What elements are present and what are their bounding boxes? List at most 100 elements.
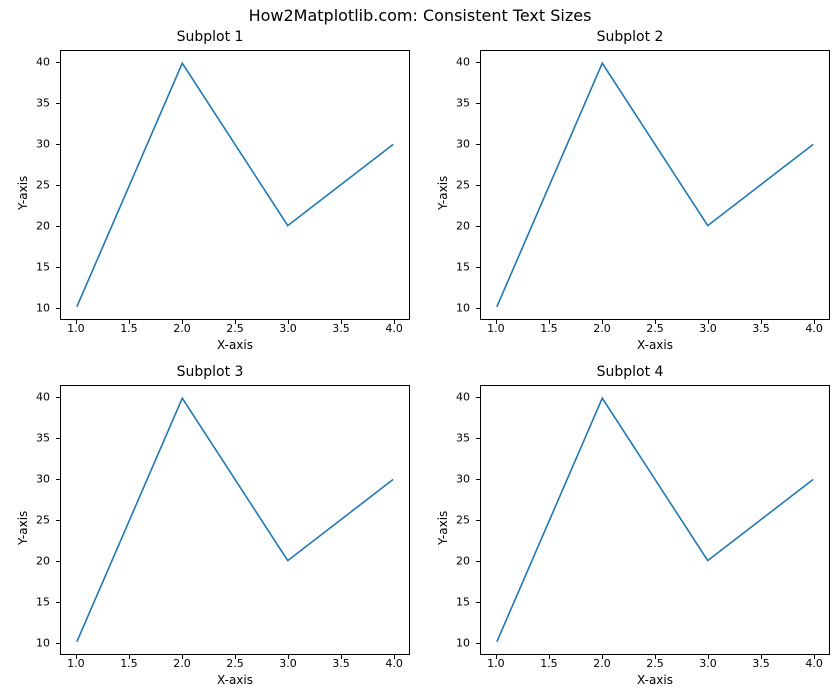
ytick-mark bbox=[476, 308, 480, 309]
subplot-3-axes bbox=[60, 385, 410, 655]
ytick-mark bbox=[476, 185, 480, 186]
xtick-mark bbox=[814, 320, 815, 324]
subplot-2-line bbox=[481, 51, 829, 319]
subplot-1: Subplot 1 Y-axis 10152025303540 1.01.52.… bbox=[0, 30, 420, 365]
subplot-1-yticks: 10152025303540 bbox=[0, 50, 56, 320]
ytick-mark bbox=[476, 226, 480, 227]
xtick-mark bbox=[182, 320, 183, 324]
subplot-2-title: Subplot 2 bbox=[420, 29, 840, 45]
subplot-1-line bbox=[61, 51, 409, 319]
ytick-label: 20 bbox=[36, 554, 50, 567]
ytick-label: 30 bbox=[36, 138, 50, 151]
ytick-mark bbox=[56, 643, 60, 644]
subplot-4-yticks: 10152025303540 bbox=[420, 385, 476, 655]
xtick-mark bbox=[288, 320, 289, 324]
xtick-mark bbox=[129, 320, 130, 324]
subplot-4-title: Subplot 4 bbox=[420, 364, 840, 380]
ytick-label: 40 bbox=[36, 391, 50, 404]
ytick-mark bbox=[476, 438, 480, 439]
subplot-3-xticks: 1.01.52.02.53.03.54.0 bbox=[60, 657, 410, 671]
xtick-mark bbox=[394, 655, 395, 659]
ytick-label: 35 bbox=[456, 432, 470, 445]
ytick-label: 10 bbox=[36, 636, 50, 649]
ytick-label: 20 bbox=[36, 219, 50, 232]
subplot-3: Subplot 3 Y-axis 10152025303540 1.01.52.… bbox=[0, 365, 420, 700]
xtick-mark bbox=[496, 320, 497, 324]
xtick-mark bbox=[549, 655, 550, 659]
subplot-2-yticks: 10152025303540 bbox=[420, 50, 476, 320]
subplot-2-xticks: 1.01.52.02.53.03.54.0 bbox=[480, 322, 830, 336]
ytick-label: 15 bbox=[456, 260, 470, 273]
ytick-mark bbox=[56, 602, 60, 603]
xtick-mark bbox=[655, 655, 656, 659]
subplot-1-axes bbox=[60, 50, 410, 320]
subplot-1-xlabel: X-axis bbox=[60, 338, 410, 352]
ytick-label: 10 bbox=[36, 301, 50, 314]
xtick-mark bbox=[235, 655, 236, 659]
ytick-mark bbox=[476, 144, 480, 145]
ytick-mark bbox=[56, 62, 60, 63]
ytick-mark bbox=[476, 643, 480, 644]
subplot-1-xticks: 1.01.52.02.53.03.54.0 bbox=[60, 322, 410, 336]
xtick-mark bbox=[235, 320, 236, 324]
ytick-label: 25 bbox=[456, 514, 470, 527]
ytick-mark bbox=[476, 267, 480, 268]
ytick-mark bbox=[56, 103, 60, 104]
subplot-4-xlabel: X-axis bbox=[480, 673, 830, 687]
subplot-2: Subplot 2 Y-axis 10152025303540 1.01.52.… bbox=[420, 30, 840, 365]
xtick-mark bbox=[814, 655, 815, 659]
ytick-label: 20 bbox=[456, 554, 470, 567]
ytick-label: 35 bbox=[456, 97, 470, 110]
ytick-label: 30 bbox=[36, 473, 50, 486]
ytick-mark bbox=[476, 397, 480, 398]
ytick-label: 25 bbox=[36, 514, 50, 527]
ytick-label: 10 bbox=[456, 636, 470, 649]
ytick-label: 40 bbox=[456, 56, 470, 69]
line-series bbox=[497, 398, 813, 642]
ytick-label: 15 bbox=[36, 595, 50, 608]
ytick-label: 25 bbox=[36, 179, 50, 192]
subplot-4: Subplot 4 Y-axis 10152025303540 1.01.52.… bbox=[420, 365, 840, 700]
ytick-mark bbox=[56, 308, 60, 309]
ytick-mark bbox=[56, 267, 60, 268]
subplot-3-yticks: 10 15 20 25 30 35 40 bbox=[0, 385, 56, 655]
ytick-label: 30 bbox=[456, 138, 470, 151]
xtick-mark bbox=[761, 320, 762, 324]
subplot-3-title: Subplot 3 bbox=[0, 364, 420, 380]
ytick-mark bbox=[56, 561, 60, 562]
ytick-mark bbox=[56, 185, 60, 186]
ytick-label: 15 bbox=[36, 260, 50, 273]
line-series bbox=[497, 63, 813, 307]
line-series bbox=[77, 63, 393, 307]
xtick-mark bbox=[288, 655, 289, 659]
ytick-mark bbox=[476, 602, 480, 603]
ytick-label: 20 bbox=[456, 219, 470, 232]
xtick-mark bbox=[76, 320, 77, 324]
xtick-mark bbox=[708, 320, 709, 324]
subplot-1-title: Subplot 1 bbox=[0, 29, 420, 45]
xtick-mark bbox=[602, 320, 603, 324]
xtick-mark bbox=[496, 655, 497, 659]
xtick-mark bbox=[394, 320, 395, 324]
ytick-mark bbox=[476, 62, 480, 63]
xtick-mark bbox=[761, 655, 762, 659]
ytick-label: 40 bbox=[456, 391, 470, 404]
ytick-label: 35 bbox=[36, 432, 50, 445]
subplot-2-axes bbox=[480, 50, 830, 320]
subplot-4-xticks: 1.01.52.02.53.03.54.0 bbox=[480, 657, 830, 671]
subplot-3-line bbox=[61, 386, 409, 654]
ytick-label: 35 bbox=[36, 97, 50, 110]
ytick-mark bbox=[476, 479, 480, 480]
xtick-mark bbox=[708, 655, 709, 659]
xtick-mark bbox=[182, 655, 183, 659]
ytick-mark bbox=[56, 397, 60, 398]
subplot-3-xlabel: X-axis bbox=[60, 673, 410, 687]
xtick-mark bbox=[341, 320, 342, 324]
ytick-mark bbox=[56, 226, 60, 227]
ytick-mark bbox=[476, 103, 480, 104]
ytick-mark bbox=[56, 438, 60, 439]
line-series bbox=[77, 398, 393, 642]
figure-suptitle: How2Matplotlib.com: Consistent Text Size… bbox=[0, 6, 840, 25]
subplot-4-line bbox=[481, 386, 829, 654]
ytick-mark bbox=[56, 520, 60, 521]
